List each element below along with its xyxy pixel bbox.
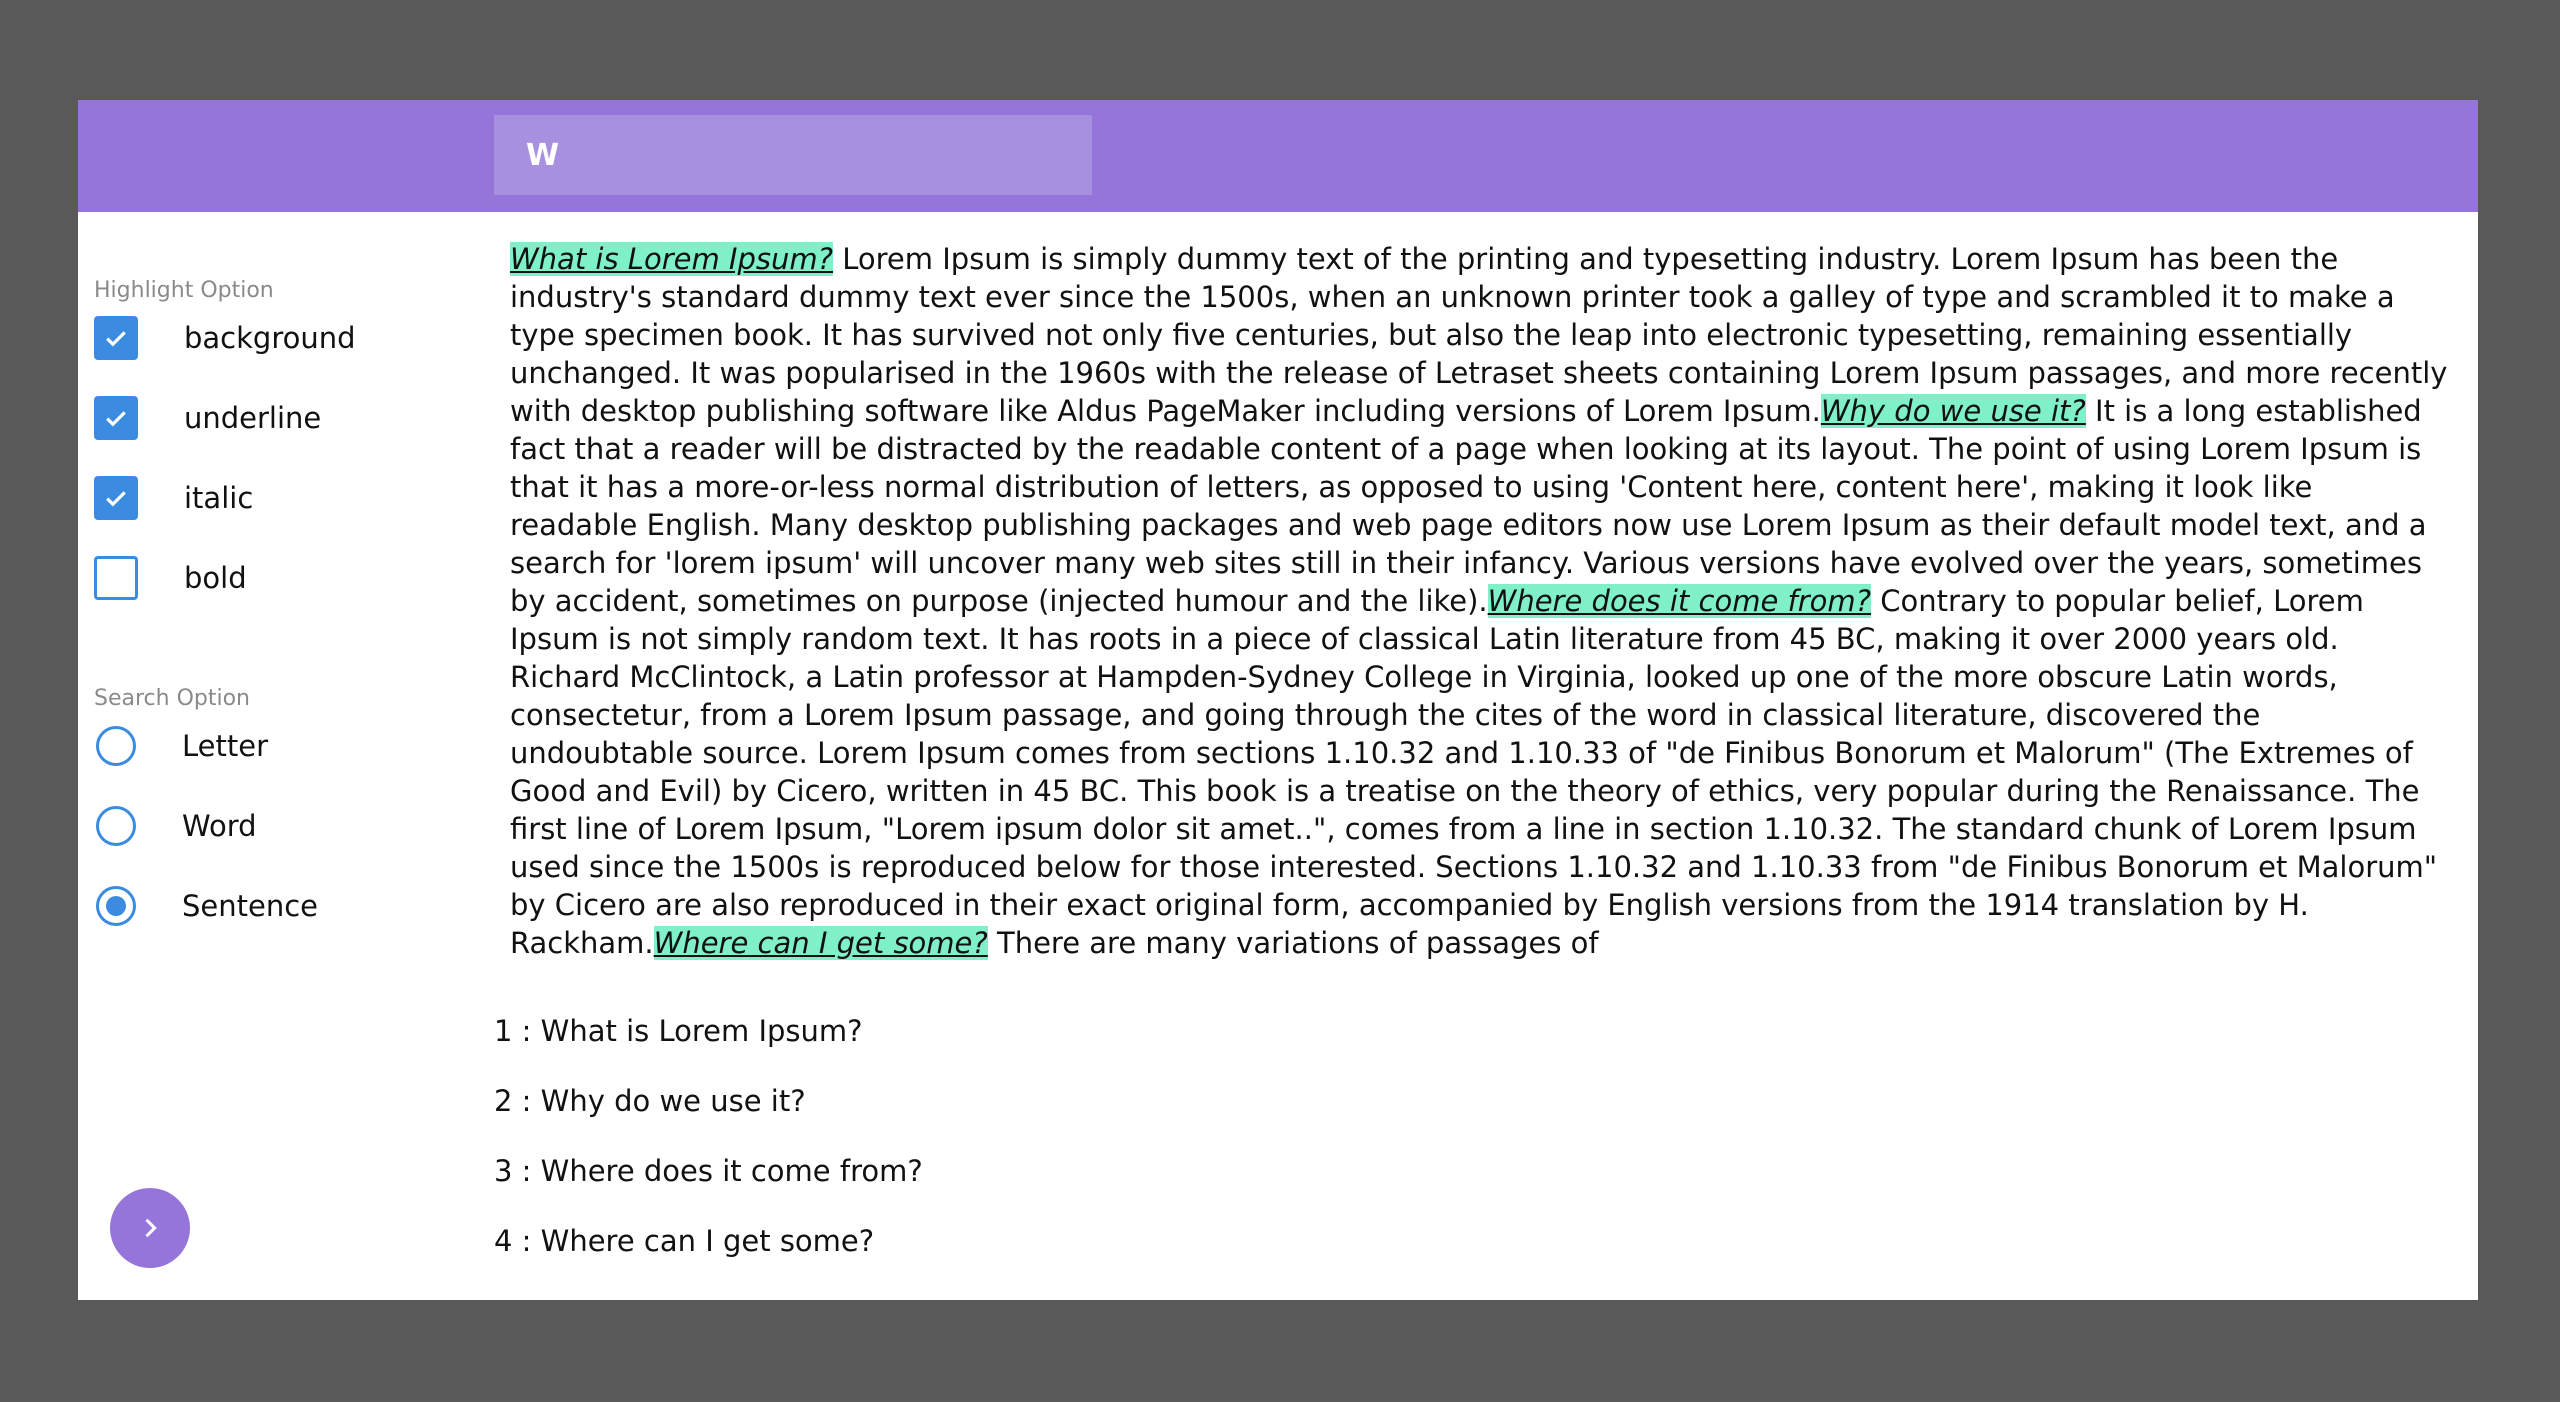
option-label: Word xyxy=(182,809,257,843)
bold-checkbox[interactable] xyxy=(94,556,138,600)
check-icon xyxy=(106,491,126,507)
word-radio[interactable] xyxy=(96,806,136,846)
paragraph-text: Contrary to popular belief, Lorem Ipsum … xyxy=(510,584,2438,960)
paragraph-text: There are many variations of passages of xyxy=(987,926,1599,960)
option-label: italic xyxy=(184,481,254,515)
option-label: underline xyxy=(184,401,322,435)
search-option-word[interactable]: Word xyxy=(94,798,257,854)
option-label: Letter xyxy=(182,729,268,763)
letter-radio[interactable] xyxy=(96,726,136,766)
sidebar: Highlight Option background underline it… xyxy=(78,212,478,1300)
highlight-option-background[interactable]: background xyxy=(94,310,356,366)
option-label: Sentence xyxy=(182,889,319,923)
result-item[interactable]: 2 : Why do we use it? xyxy=(494,1076,2394,1146)
chevron-right-icon xyxy=(145,1218,157,1238)
highlighted-sentence[interactable]: Where can I get some? xyxy=(653,926,988,960)
result-item[interactable]: 1 : What is Lorem Ipsum? xyxy=(494,1006,2394,1076)
text-content: What is Lorem Ipsum? Lorem Ipsum is simp… xyxy=(510,240,2448,996)
option-label: background xyxy=(184,321,356,355)
check-icon xyxy=(106,331,126,347)
search-option-title: Search Option xyxy=(94,686,250,711)
highlighted-sentence[interactable]: What is Lorem Ipsum? xyxy=(510,242,834,276)
top-bar: W xyxy=(78,100,2478,212)
highlighted-sentence[interactable]: Why do we use it? xyxy=(1820,394,2086,428)
italic-checkbox[interactable] xyxy=(94,476,138,520)
highlight-option-underline[interactable]: underline xyxy=(94,390,321,446)
highlight-option-italic[interactable]: italic xyxy=(94,470,253,526)
app-card: W Highlight Option background underline … xyxy=(78,100,2478,1300)
result-item[interactable]: 3 : Where does it come from? xyxy=(494,1146,2394,1216)
background-checkbox[interactable] xyxy=(94,316,138,360)
radio-selected-dot xyxy=(106,896,126,916)
sentence-radio[interactable] xyxy=(96,886,136,926)
search-input[interactable]: W xyxy=(494,115,1092,195)
result-item[interactable]: 4 : Where can I get some? xyxy=(494,1216,2394,1286)
search-option-sentence[interactable]: Sentence xyxy=(94,878,318,934)
highlighted-sentence[interactable]: Where does it come from? xyxy=(1487,584,1872,618)
highlight-option-title: Highlight Option xyxy=(94,278,274,303)
result-list: 1 : What is Lorem Ipsum? 2 : Why do we u… xyxy=(494,1006,2394,1286)
check-icon xyxy=(106,411,126,427)
underline-checkbox[interactable] xyxy=(94,396,138,440)
next-button[interactable] xyxy=(110,1188,190,1268)
highlight-option-bold[interactable]: bold xyxy=(94,550,247,606)
search-option-letter[interactable]: Letter xyxy=(94,718,268,774)
option-label: bold xyxy=(184,561,247,595)
